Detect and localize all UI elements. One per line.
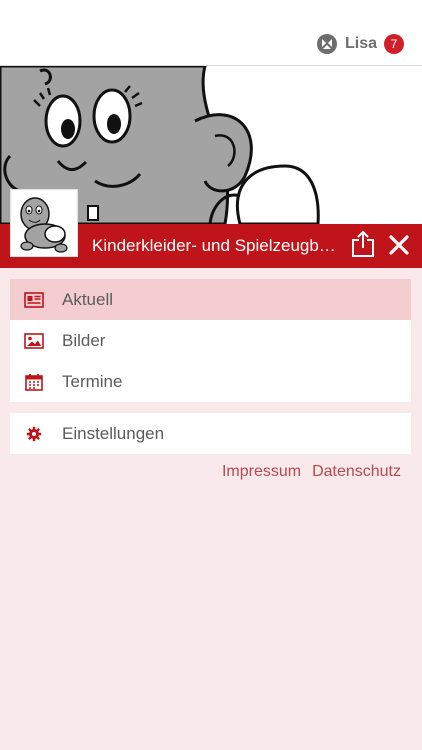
menu-item-aktuell[interactable]: Aktuell <box>10 279 411 320</box>
club-title: Kinderkleider- und Spielzeugb… <box>92 236 336 255</box>
app-logo-icon <box>316 33 338 55</box>
calendar-icon <box>24 372 44 392</box>
share-icon[interactable] <box>350 230 376 258</box>
user-name: Lisa <box>344 35 377 52</box>
user-menu[interactable]: Lisa 7 <box>316 32 404 56</box>
menu-item-bilder[interactable]: Bilder <box>10 320 411 361</box>
menu-label: Bilder <box>62 330 106 350</box>
footer-links: Impressum Datenschutz <box>222 463 401 481</box>
menu-label: Termine <box>62 371 123 391</box>
main-menu: Aktuell Bilder Termine <box>10 279 411 402</box>
menu-label: Aktuell <box>62 289 114 309</box>
gear-icon <box>24 424 44 444</box>
notification-badge[interactable]: 7 <box>384 34 404 54</box>
menu-item-einstellungen[interactable]: Einstellungen <box>10 413 411 454</box>
newspaper-icon <box>24 290 44 310</box>
menu-label: Einstellungen <box>62 423 165 443</box>
settings-menu: Einstellungen <box>10 413 411 454</box>
impressum-link[interactable]: Impressum <box>222 463 301 481</box>
close-icon[interactable] <box>386 234 412 258</box>
top-bar: Lisa 7 <box>0 0 422 66</box>
datenschutz-link[interactable]: Datenschutz <box>312 463 401 481</box>
club-logo <box>10 189 78 257</box>
menu-item-termine[interactable]: Termine <box>10 361 411 402</box>
image-icon <box>24 331 44 351</box>
